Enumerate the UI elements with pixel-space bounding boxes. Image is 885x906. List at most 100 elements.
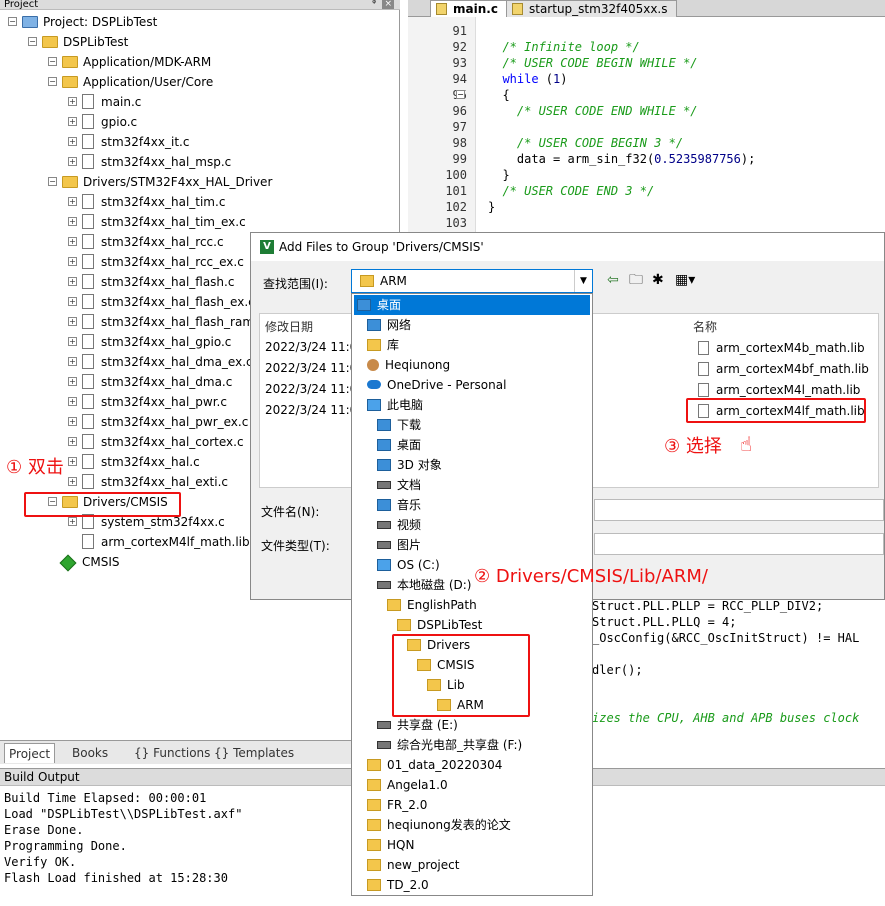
dropdown-item[interactable]: 共享盘 (E:)	[354, 715, 590, 735]
expand-toggle-icon[interactable]: −	[8, 17, 17, 26]
tree-item[interactable]: stm32f4xx_hal_msp.c	[82, 152, 231, 172]
expand-toggle-icon[interactable]: +	[68, 317, 77, 326]
tree-item[interactable]: stm32f4xx_hal_flash_ex.c	[82, 292, 255, 312]
tree-item[interactable]: stm32f4xx_hal_dma_ex.c	[82, 352, 253, 372]
expand-toggle-icon[interactable]: −	[48, 77, 57, 86]
dropdown-item[interactable]: TD_2.0	[354, 875, 590, 895]
expand-toggle-icon[interactable]: +	[68, 357, 77, 366]
code-line[interactable]: /* USER CODE BEGIN WHILE */	[488, 55, 697, 71]
dropdown-item[interactable]: DSPLibTest	[354, 615, 590, 635]
filetype-select[interactable]	[594, 533, 884, 555]
dropdown-item[interactable]: 视频	[354, 515, 590, 535]
column-modified[interactable]: 修改日期	[265, 318, 313, 335]
tab-main-c[interactable]: main.c	[430, 0, 507, 17]
dropdown-item[interactable]: Angela1.0	[354, 775, 590, 795]
code-line[interactable]: _OscConfig(&RCC_OscInitStruct) != HAL	[592, 630, 859, 646]
dropdown-item[interactable]: 音乐	[354, 495, 590, 515]
expand-toggle-icon[interactable]: +	[68, 377, 77, 386]
dropdown-item[interactable]: 下载	[354, 415, 590, 435]
dropdown-item[interactable]: 图片	[354, 535, 590, 555]
expand-toggle-icon[interactable]: −	[28, 37, 37, 46]
tree-item[interactable]: stm32f4xx_hal_cortex.c	[82, 432, 244, 452]
tree-item[interactable]: stm32f4xx_hal_tim_ex.c	[82, 212, 246, 232]
expand-toggle-icon[interactable]: +	[68, 197, 77, 206]
tree-item[interactable]: arm_cortexM4lf_math.lib	[82, 532, 250, 552]
tree-item[interactable]: stm32f4xx_hal_gpio.c	[82, 332, 231, 352]
tab-project[interactable]: Project	[4, 743, 56, 763]
dropdown-item[interactable]: new_project	[354, 855, 590, 875]
tree-item[interactable]: CMSIS	[59, 552, 120, 572]
tree-item[interactable]: Drivers/STM32F4xx_HAL_Driver	[62, 172, 272, 192]
tab-templates[interactable]: {} Templates	[210, 743, 298, 763]
back-arrow-icon[interactable]: ⇦	[607, 271, 619, 289]
expand-toggle-icon[interactable]: +	[68, 457, 77, 466]
dropdown-item[interactable]: 综合光电部_共享盘 (F:)	[354, 735, 590, 755]
code-line[interactable]: }	[488, 199, 495, 215]
expand-toggle-icon[interactable]: +	[68, 257, 77, 266]
dropdown-item[interactable]: Heqiunong	[354, 355, 590, 375]
tree-item[interactable]: stm32f4xx_hal_pwr.c	[82, 392, 227, 412]
column-name[interactable]: 名称	[693, 318, 717, 335]
dropdown-item[interactable]: 文档	[354, 475, 590, 495]
expand-toggle-icon[interactable]: +	[68, 217, 77, 226]
code-line[interactable]: /* Infinite loop */	[488, 39, 639, 55]
tree-item[interactable]: stm32f4xx_hal.c	[82, 452, 200, 472]
dropdown-item[interactable]: heqiunong发表的论文	[354, 815, 590, 835]
dropdown-item[interactable]: 3D 对象	[354, 455, 590, 475]
dropdown-item[interactable]: 桌面	[354, 295, 590, 315]
look-in-select[interactable]: ARM ▼	[351, 269, 593, 293]
fold-toggle-icon[interactable]: −	[456, 90, 465, 99]
expand-toggle-icon[interactable]: +	[68, 157, 77, 166]
dropdown-item[interactable]: 库	[354, 335, 590, 355]
file-item[interactable]: arm_cortexM4l_math.lib	[698, 380, 860, 400]
dropdown-item[interactable]: FR_2.0	[354, 795, 590, 815]
code-line[interactable]: /* USER CODE END WHILE */	[488, 103, 698, 119]
expand-toggle-icon[interactable]: +	[68, 237, 77, 246]
tab-functions[interactable]: {} Functions	[130, 743, 214, 763]
look-in-dropdown[interactable]: 桌面 网络库 Heqiunong OneDrive - Personal 此电脑 下载 桌面…	[351, 293, 593, 896]
tree-item[interactable]: stm32f4xx_hal_rcc.c	[82, 232, 224, 252]
dropdown-item[interactable]: HQN	[354, 835, 590, 855]
code-line[interactable]: }	[488, 167, 509, 183]
tab-books[interactable]: Books	[68, 743, 112, 763]
chevron-down-icon[interactable]: ▼	[574, 270, 592, 292]
file-item[interactable]: arm_cortexM4b_math.lib	[698, 338, 865, 358]
expand-toggle-icon[interactable]: +	[68, 397, 77, 406]
dropdown-item[interactable]: 此电脑	[354, 395, 590, 415]
new-folder-icon[interactable]: ✱	[652, 271, 664, 289]
close-icon[interactable]: ×	[382, 0, 394, 9]
code-line[interactable]: /* USER CODE BEGIN 3 */	[488, 135, 683, 151]
code-line[interactable]: data = arm_sin_f32(0.5235987756);	[488, 151, 755, 167]
up-folder-icon[interactable]: 🗀	[629, 271, 643, 289]
view-menu-icon[interactable]: ▦▾	[675, 271, 695, 289]
dropdown-item[interactable]: OneDrive - Personal	[354, 375, 590, 395]
code-line[interactable]: Struct.PLL.PLLQ = 4;	[592, 614, 737, 630]
expand-toggle-icon[interactable]: +	[68, 97, 77, 106]
tree-item[interactable]: stm32f4xx_hal_rcc_ex.c	[82, 252, 244, 272]
expand-toggle-icon[interactable]: +	[68, 417, 77, 426]
expand-toggle-icon[interactable]: +	[68, 137, 77, 146]
tree-item[interactable]: gpio.c	[82, 112, 137, 132]
code-line[interactable]: {	[488, 87, 509, 103]
tree-item[interactable]: stm32f4xx_hal_dma.c	[82, 372, 232, 392]
tree-item[interactable]: stm32f4xx_hal_flash.c	[82, 272, 234, 292]
expand-toggle-icon[interactable]: +	[68, 297, 77, 306]
dropdown-item[interactable]: 桌面	[354, 435, 590, 455]
code-line[interactable]: while (1)	[488, 71, 567, 87]
expand-toggle-icon[interactable]: +	[68, 437, 77, 446]
tree-item[interactable]: stm32f4xx_hal_tim.c	[82, 192, 225, 212]
tab-startup-s[interactable]: startup_stm32f405xx.s	[506, 0, 677, 17]
tree-item[interactable]: stm32f4xx_hal_exti.c	[82, 472, 228, 492]
expand-toggle-icon[interactable]: +	[68, 517, 77, 526]
tree-item[interactable]: Application/User/Core	[62, 72, 213, 92]
tree-item[interactable]: Project: DSPLibTest	[22, 12, 157, 32]
file-item[interactable]: arm_cortexM4bf_math.lib	[698, 359, 869, 379]
code-line[interactable]: /* USER CODE END 3 */	[488, 183, 654, 199]
code-line[interactable]: izes the CPU, AHB and APB buses clock	[592, 710, 859, 726]
code-line[interactable]: dler();	[592, 662, 643, 678]
expand-toggle-icon[interactable]: −	[48, 177, 57, 186]
tree-item[interactable]: Application/MDK-ARM	[62, 52, 211, 72]
pin-icon[interactable]: ᵠ	[372, 0, 376, 9]
expand-toggle-icon[interactable]: +	[68, 117, 77, 126]
expand-toggle-icon[interactable]: +	[68, 477, 77, 486]
